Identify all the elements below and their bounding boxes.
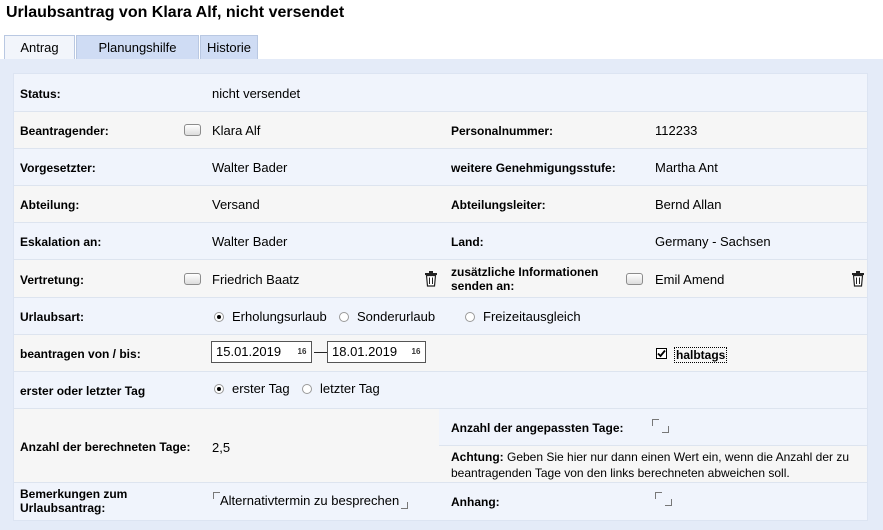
checkmark-icon xyxy=(657,349,666,358)
halbtags-label[interactable]: halbtags xyxy=(674,347,728,363)
vorgesetzter-label: Vorgesetzter: xyxy=(20,161,96,175)
row-eskalation: Eskalation an: Walter Bader Land: German… xyxy=(14,223,867,260)
abteilung-value: Versand xyxy=(212,197,260,212)
page-title: Urlaubsantrag von Klara Alf, nicht verse… xyxy=(6,4,345,21)
option-letzter-tag[interactable]: letzter Tag xyxy=(320,381,380,396)
status-label: Status: xyxy=(20,87,61,101)
beantragender-value: Klara Alf xyxy=(212,123,261,138)
land-value: Germany - Sachsen xyxy=(655,234,771,249)
date-separator: — xyxy=(314,344,327,359)
vertretung-value: Friedrich Baatz xyxy=(212,272,300,287)
radio-sonderurlaub[interactable] xyxy=(339,312,349,322)
zusatz-picker-button[interactable] xyxy=(626,273,643,285)
abteilungsleiter-value: Bernd Allan xyxy=(655,197,722,212)
row-tag: erster oder letzter Tag erster Tag letzt… xyxy=(14,372,867,409)
genehmigung-label: weitere Genehmigungsstufe: xyxy=(451,161,616,175)
option-erster-tag[interactable]: erster Tag xyxy=(232,381,290,396)
row-abteilung: Abteilung: Versand Abteilungsleiter: Ber… xyxy=(14,186,867,223)
halbtags-checkbox[interactable] xyxy=(656,348,667,359)
bemerkungen-label-line1: Bemerkungen zum xyxy=(20,487,128,501)
achtung-text-line1: Geben Sie hier nur dann einen Wert ein, … xyxy=(503,450,849,464)
leave-request-form: Status: nicht versendet Beantragender: K… xyxy=(13,73,868,521)
eskalation-value: Walter Bader xyxy=(212,234,288,249)
vertretung-picker-button[interactable] xyxy=(184,273,201,285)
field-corner xyxy=(665,499,672,506)
tab-historie[interactable]: Historie xyxy=(200,35,258,59)
radio-letzter-tag[interactable] xyxy=(302,384,312,394)
genehmigung-value: Martha Ant xyxy=(655,160,718,175)
field-corner xyxy=(662,426,669,433)
field-corner xyxy=(655,492,662,499)
achtung-note: Achtung: Geben Sie hier nur dann einen W… xyxy=(451,449,861,481)
vertretung-label: Vertretung: xyxy=(20,273,85,287)
option-freizeitausgleich[interactable]: Freizeitausgleich xyxy=(483,309,581,324)
anhang-input[interactable] xyxy=(655,492,672,506)
row-status: Status: nicht versendet xyxy=(14,74,867,112)
angepasste-section: Anzahl der angepassten Tage: xyxy=(439,409,867,446)
option-erholungsurlaub[interactable]: Erholungsurlaub xyxy=(232,309,327,324)
achtung-text-line2: beantragenden Tage von den links berechn… xyxy=(451,466,790,480)
personalnummer-label: Personalnummer: xyxy=(451,124,554,138)
zusatz-label: zusätzliche Informationen senden an: xyxy=(451,265,598,293)
row-vorgesetzter: Vorgesetzter: Walter Bader weitere Geneh… xyxy=(14,149,867,186)
row-tage: Anzahl der berechneten Tage: 2,5 Anzahl … xyxy=(14,409,867,483)
berechnete-label: Anzahl der berechneten Tage: xyxy=(20,440,191,454)
option-sonderurlaub[interactable]: Sonderurlaub xyxy=(357,309,435,324)
anhang-label: Anhang: xyxy=(451,495,500,509)
personalnummer-value: 112233 xyxy=(655,123,698,138)
person-picker-button[interactable] xyxy=(184,124,201,136)
date-from-input[interactable]: 15.01.2019 16 xyxy=(211,341,312,363)
calendar-icon[interactable]: 16 xyxy=(409,345,423,359)
date-to-value: 18.01.2019 xyxy=(332,344,398,359)
tag-label: erster oder letzter Tag xyxy=(20,384,146,398)
bemerkungen-value: Alternativtermin zu besprechen xyxy=(220,493,400,508)
row-urlaubsart: Urlaubsart: Erholungsurlaub Sonderurlaub… xyxy=(14,298,867,335)
angepasste-input[interactable] xyxy=(652,419,669,433)
radio-erholungsurlaub[interactable] xyxy=(214,312,224,322)
vorgesetzter-value: Walter Bader xyxy=(212,160,288,175)
row-beantragender: Beantragender: Klara Alf Personalnummer:… xyxy=(14,112,867,149)
tab-antrag[interactable]: Antrag xyxy=(4,35,75,59)
row-bemerkungen: Bemerkungen zum Urlaubsantrag: Alternativ… xyxy=(14,483,867,520)
trash-icon[interactable] xyxy=(424,271,438,287)
beantragender-label: Beantragender: xyxy=(20,124,109,138)
tab-planungshilfe[interactable]: Planungshilfe xyxy=(76,35,199,59)
date-from-value: 15.01.2019 xyxy=(216,344,282,359)
row-von-bis: beantragen von / bis: 15.01.2019 16 — 18… xyxy=(14,335,867,372)
zusatz-label-line1: zusätzliche Informationen xyxy=(451,265,599,279)
achtung-label: Achtung: xyxy=(451,450,504,464)
angepasste-label: Anzahl der angepassten Tage: xyxy=(451,421,624,435)
status-value: nicht versendet xyxy=(212,86,301,101)
berechnete-value: 2,5 xyxy=(212,440,231,455)
bemerkungen-label-line2: Urlaubsantrag: xyxy=(20,501,106,515)
field-corner xyxy=(213,492,220,499)
row-vertretung: Vertretung: Friedrich Baatz zusätzliche … xyxy=(14,260,867,298)
field-corner xyxy=(401,502,408,509)
eskalation-label: Eskalation an: xyxy=(20,235,102,249)
tab-panel: Status: nicht versendet Beantragender: K… xyxy=(0,59,883,530)
land-label: Land: xyxy=(451,235,484,249)
abteilungsleiter-label: Abteilungsleiter: xyxy=(451,198,546,212)
zusatz-label-line2: senden an: xyxy=(451,279,515,293)
urlaubsart-label: Urlaubsart: xyxy=(20,310,85,324)
trash-icon[interactable] xyxy=(851,271,865,287)
bemerkungen-input[interactable]: Alternativtermin zu besprechen xyxy=(213,492,408,509)
abteilung-label: Abteilung: xyxy=(20,198,80,212)
radio-erster-tag[interactable] xyxy=(214,384,224,394)
radio-freizeitausgleich[interactable] xyxy=(465,312,475,322)
bemerkungen-label: Bemerkungen zum Urlaubsantrag: xyxy=(20,487,127,515)
zusatz-value: Emil Amend xyxy=(655,272,725,287)
calendar-icon[interactable]: 16 xyxy=(295,345,309,359)
von-bis-label: beantragen von / bis: xyxy=(20,347,141,361)
field-corner xyxy=(652,419,659,426)
date-to-input[interactable]: 18.01.2019 16 xyxy=(327,341,426,363)
